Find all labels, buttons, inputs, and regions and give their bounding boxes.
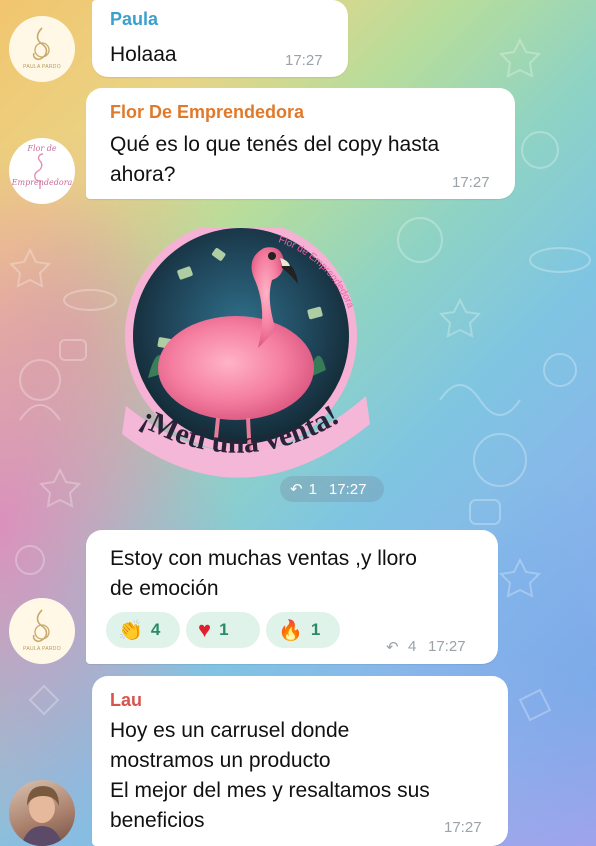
paula-logo-text: PAULA PARDO (23, 64, 61, 70)
paula-logo-text: PAULA PARDO (23, 646, 61, 652)
reply-count: 4 (408, 638, 417, 655)
reply-count: 1 (308, 480, 317, 498)
flor-avatar[interactable]: Flor de Emprendedora (9, 138, 75, 204)
message-text-line-3: El mejor del mes y resaltamos sus (110, 779, 430, 802)
message-time: 17:27 (444, 819, 482, 836)
reaction-count: 1 (219, 620, 229, 639)
message-time: 17:27 (285, 52, 323, 69)
message-text-line-2: de emoción (110, 577, 219, 600)
message-text-line-2: mostramos un producto (110, 749, 331, 772)
paula-avatar[interactable]: PAULA PARDO (9, 16, 75, 82)
paula-avatar-2[interactable]: PAULA PARDO (9, 598, 75, 664)
message-time: 17:27 (328, 480, 367, 498)
message-bubble-flor[interactable]: Flor De Emprendedora Qué es lo que tenés… (86, 88, 515, 199)
message-text-line-2: ahora? (110, 163, 176, 186)
lau-avatar-photo (21, 786, 63, 846)
message-bubble-lau[interactable]: Lau Hoy es un carrusel donde mostramos u… (92, 676, 508, 846)
message-bubble-paula[interactable]: Paula Holaaa 17:27 (92, 0, 348, 77)
sender-name[interactable]: Lau (110, 690, 142, 711)
message-text-line-4: beneficios (110, 809, 205, 832)
message-text: Holaaa (110, 43, 177, 66)
reply-arrow-icon: ↶ (290, 481, 303, 498)
message-time: 17:27 (452, 174, 490, 191)
clapping-hands-icon: 👏 (118, 619, 143, 642)
reaction-count: 1 (310, 620, 321, 639)
reaction-count: 4 (150, 620, 161, 639)
heart-icon: ♥ (198, 617, 212, 642)
paula-logo-icon (32, 609, 50, 642)
flamingo-sticker[interactable]: Flor de Emprendedora ¡Metí una venta! (118, 228, 376, 498)
paula-logo-icon (32, 27, 50, 60)
sticker-meta-pill[interactable]: ↶ 1 17:27 (280, 476, 384, 502)
message-bubble-ventas[interactable]: Estoy con muchas ventas ,y lloro de emoc… (86, 530, 498, 664)
reaction-heart[interactable]: ♥ 1 (186, 612, 260, 648)
reaction-fire[interactable]: 🔥 1 (266, 612, 340, 648)
reaction-clap[interactable]: 👏 4 (106, 612, 180, 648)
message-time: 17:27 (428, 638, 466, 655)
message-text-line-1: Estoy con muchas ventas ,y lloro (110, 547, 417, 570)
flor-logo-line-2: Emprendedora (11, 178, 73, 187)
fire-icon: 🔥 (278, 619, 303, 642)
sender-name[interactable]: Flor De Emprendedora (110, 102, 304, 123)
message-text-line-1: Hoy es un carrusel donde (110, 719, 350, 742)
sender-name[interactable]: Paula (110, 9, 158, 30)
flor-logo-line-1: Flor de (27, 144, 57, 153)
lau-avatar[interactable] (9, 780, 75, 846)
message-text-line-1: Qué es lo que tenés del copy hasta (110, 133, 440, 156)
reply-arrow-icon: ↶ (386, 639, 399, 656)
sticker-caption-banner: ¡Metí una venta! (122, 396, 370, 478)
